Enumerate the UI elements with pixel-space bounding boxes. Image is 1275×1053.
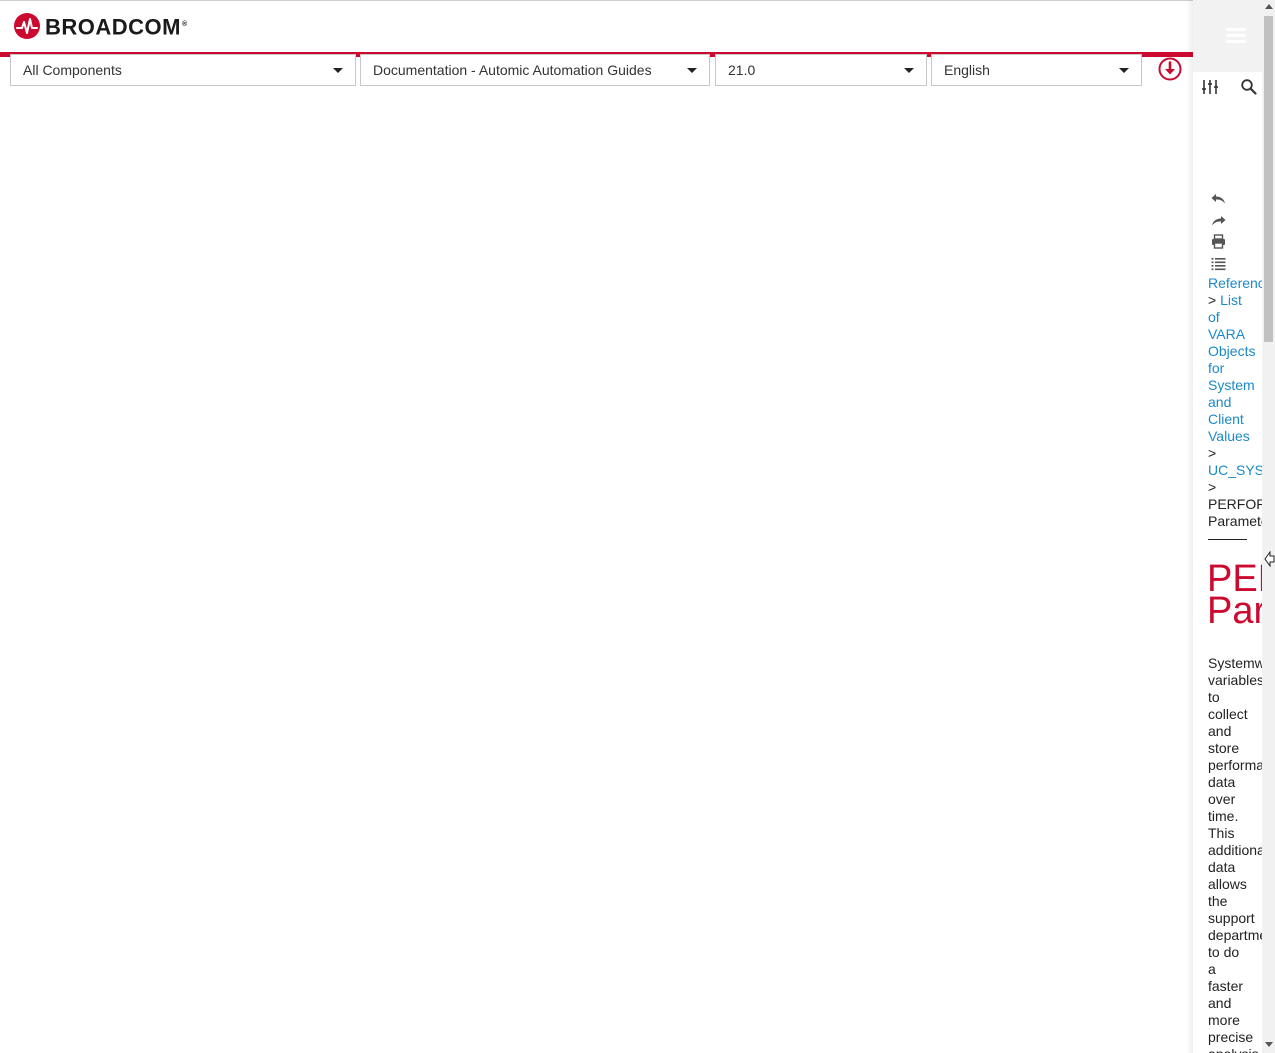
language-dropdown[interactable]: English xyxy=(931,54,1142,86)
side-panel-toolbar xyxy=(1193,72,1262,102)
forward-icon[interactable] xyxy=(1210,212,1227,229)
breadcrumb-link-vara-list[interactable]: for xyxy=(1208,360,1262,377)
component-dropdown[interactable]: All Components xyxy=(10,54,356,86)
vertical-scrollbar[interactable] xyxy=(1262,0,1275,1053)
registered-mark: ® xyxy=(182,20,188,28)
filter-sliders-icon[interactable] xyxy=(1201,78,1219,96)
scroll-up-arrow-icon[interactable] xyxy=(1265,4,1273,9)
page-actions xyxy=(1210,190,1230,276)
caret-down-icon xyxy=(904,68,914,73)
version-dropdown-value: 21.0 xyxy=(728,62,756,78)
hamburger-menu-icon[interactable] xyxy=(1226,28,1246,44)
download-circle-icon[interactable] xyxy=(1158,57,1182,81)
collection-dropdown-value: Documentation - Automic Automation Guide… xyxy=(373,62,652,78)
breadcrumb-current: PERFORMANCE xyxy=(1208,496,1262,512)
toc-list-icon[interactable] xyxy=(1210,255,1227,272)
resize-cursor-icon xyxy=(1264,551,1275,567)
breadcrumb-link-vara-list[interactable]: VARA xyxy=(1208,326,1262,343)
caret-down-icon xyxy=(333,68,343,73)
breadcrumb-link-vara-list[interactable]: System xyxy=(1208,377,1262,394)
breadcrumb-link-vara-list[interactable]: of xyxy=(1208,309,1262,326)
version-dropdown[interactable]: 21.0 xyxy=(715,54,927,86)
scrollbar-thumb[interactable] xyxy=(1264,16,1273,342)
print-icon[interactable] xyxy=(1210,233,1227,250)
caret-down-icon xyxy=(687,68,697,73)
breadcrumb: Reference > List of VARA Objects for Sys… xyxy=(1208,275,1262,530)
collection-dropdown[interactable]: Documentation - Automic Automation Guide… xyxy=(360,54,710,86)
breadcrumb-separator: > xyxy=(1208,479,1217,495)
breadcrumb-row[interactable]: Reference xyxy=(1208,275,1262,292)
scroll-down-arrow-icon[interactable] xyxy=(1265,1042,1273,1047)
breadcrumb-divider xyxy=(1208,539,1247,540)
side-panel-header xyxy=(1193,0,1262,72)
language-dropdown-value: English xyxy=(944,62,990,78)
breadcrumb-link-reference[interactable]: Reference xyxy=(1208,275,1262,291)
page-body-text: Systemwide variables to collect and stor… xyxy=(1208,655,1262,1053)
breadcrumb-link-vara-list[interactable]: Values xyxy=(1208,428,1262,445)
broadcom-logo-icon xyxy=(14,13,40,39)
caret-down-icon xyxy=(1119,68,1129,73)
side-panel: Reference > List of VARA Objects for Sys… xyxy=(1193,0,1262,1053)
page-title: PERFORMANCE Parameters xyxy=(1207,563,1262,627)
breadcrumb-row[interactable]: > List xyxy=(1208,292,1262,309)
brand-name: BROADCOM® xyxy=(45,14,188,40)
breadcrumb-link-vara-list[interactable]: and xyxy=(1208,394,1262,411)
breadcrumb-current: Parameters xyxy=(1208,513,1262,529)
breadcrumb-link-vara-list[interactable]: Client xyxy=(1208,411,1262,428)
back-icon[interactable] xyxy=(1210,190,1227,207)
breadcrumb-separator: > xyxy=(1208,445,1217,461)
breadcrumb-link-uc-system-settings[interactable]: UC_SYSTEM_SETTINGS xyxy=(1208,462,1262,479)
breadcrumb-link-vara-list[interactable]: Objects xyxy=(1208,343,1262,360)
search-icon[interactable] xyxy=(1240,78,1258,96)
window-top-border xyxy=(0,0,1275,1)
breadcrumb-link-vara-list[interactable]: List xyxy=(1220,292,1242,308)
broadcom-logo[interactable]: BROADCOM® xyxy=(14,12,188,40)
component-dropdown-value: All Components xyxy=(23,62,122,78)
